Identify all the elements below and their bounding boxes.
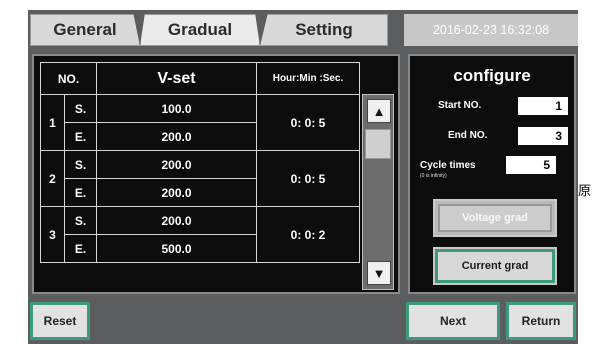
scroll-down-icon[interactable]: ▼ [367, 261, 391, 285]
row-number: 2 [40, 150, 65, 207]
end-voltage-cell[interactable]: 200.0 [96, 122, 257, 151]
gradual-table: NO. V-set Hour:Min :Sec. 1 S. 100.0 0: 0… [40, 62, 360, 263]
header-no: NO. [40, 62, 97, 95]
scrollbar-thumb[interactable] [365, 129, 391, 159]
voltage-grad-label: Voltage grad [462, 212, 528, 224]
tab-setting[interactable]: Setting [260, 14, 388, 46]
time-cell[interactable]: 0: 0: 5 [256, 150, 360, 207]
voltage-grad-button[interactable]: Voltage grad [433, 199, 557, 237]
time-cell[interactable]: 0: 0: 5 [256, 94, 360, 151]
cycle-times-label: Cycle times [420, 160, 476, 171]
scroll-up-icon[interactable]: ▲ [367, 99, 391, 123]
current-grad-button[interactable]: Current grad [433, 247, 557, 285]
table-row: 1 S. 100.0 0: 0: 5 [40, 94, 360, 151]
table-header-row: NO. V-set Hour:Min :Sec. [40, 62, 360, 95]
configure-panel: configure Start NO. 1 End NO. 3 Cycle ti… [408, 54, 576, 294]
start-label: S. [64, 94, 97, 123]
gradual-table-panel: NO. V-set Hour:Min :Sec. 1 S. 100.0 0: 0… [32, 54, 400, 294]
start-voltage-cell[interactable]: 200.0 [96, 150, 257, 179]
row-number: 3 [40, 206, 65, 263]
time-cell[interactable]: 0: 0: 2 [256, 206, 360, 263]
end-label: E. [64, 178, 97, 207]
header-hms: Hour:Min :Sec. [256, 62, 360, 95]
tab-bar: General Gradual Setting 2016-02-23 16:32… [28, 10, 578, 46]
start-voltage-cell[interactable]: 200.0 [96, 206, 257, 235]
tab-general[interactable]: General [30, 14, 140, 46]
table-scrollbar[interactable]: ▲ ▼ [362, 94, 394, 290]
header-vset: V-set [96, 62, 257, 95]
end-label: E. [64, 234, 97, 263]
cycle-times-hint: (0 is infinity) [420, 173, 447, 179]
end-no-field[interactable]: 3 [518, 127, 568, 145]
row-number: 1 [40, 94, 65, 151]
return-button[interactable]: Return [506, 302, 576, 340]
start-label: S. [64, 206, 97, 235]
next-button[interactable]: Next [406, 302, 500, 340]
tab-gradual[interactable]: Gradual [140, 14, 260, 46]
end-no-label: End NO. [448, 130, 488, 141]
start-voltage-cell[interactable]: 100.0 [96, 94, 257, 123]
start-no-label: Start NO. [438, 100, 482, 111]
device-screen: General Gradual Setting 2016-02-23 16:32… [28, 10, 578, 344]
side-character: 原 [578, 184, 592, 199]
end-voltage-cell[interactable]: 500.0 [96, 234, 257, 263]
end-label: E. [64, 122, 97, 151]
datetime-display: 2016-02-23 16:32:08 [404, 14, 578, 46]
configure-title: configure [453, 66, 531, 85]
start-no-field[interactable]: 1 [518, 97, 568, 115]
cycle-times-field[interactable]: 5 [506, 156, 556, 174]
end-voltage-cell[interactable]: 200.0 [96, 178, 257, 207]
table-row: 3 S. 200.0 0: 0: 2 [40, 206, 360, 263]
start-label: S. [64, 150, 97, 179]
table-row: 2 S. 200.0 0: 0: 5 [40, 150, 360, 207]
reset-button[interactable]: Reset [30, 302, 90, 340]
